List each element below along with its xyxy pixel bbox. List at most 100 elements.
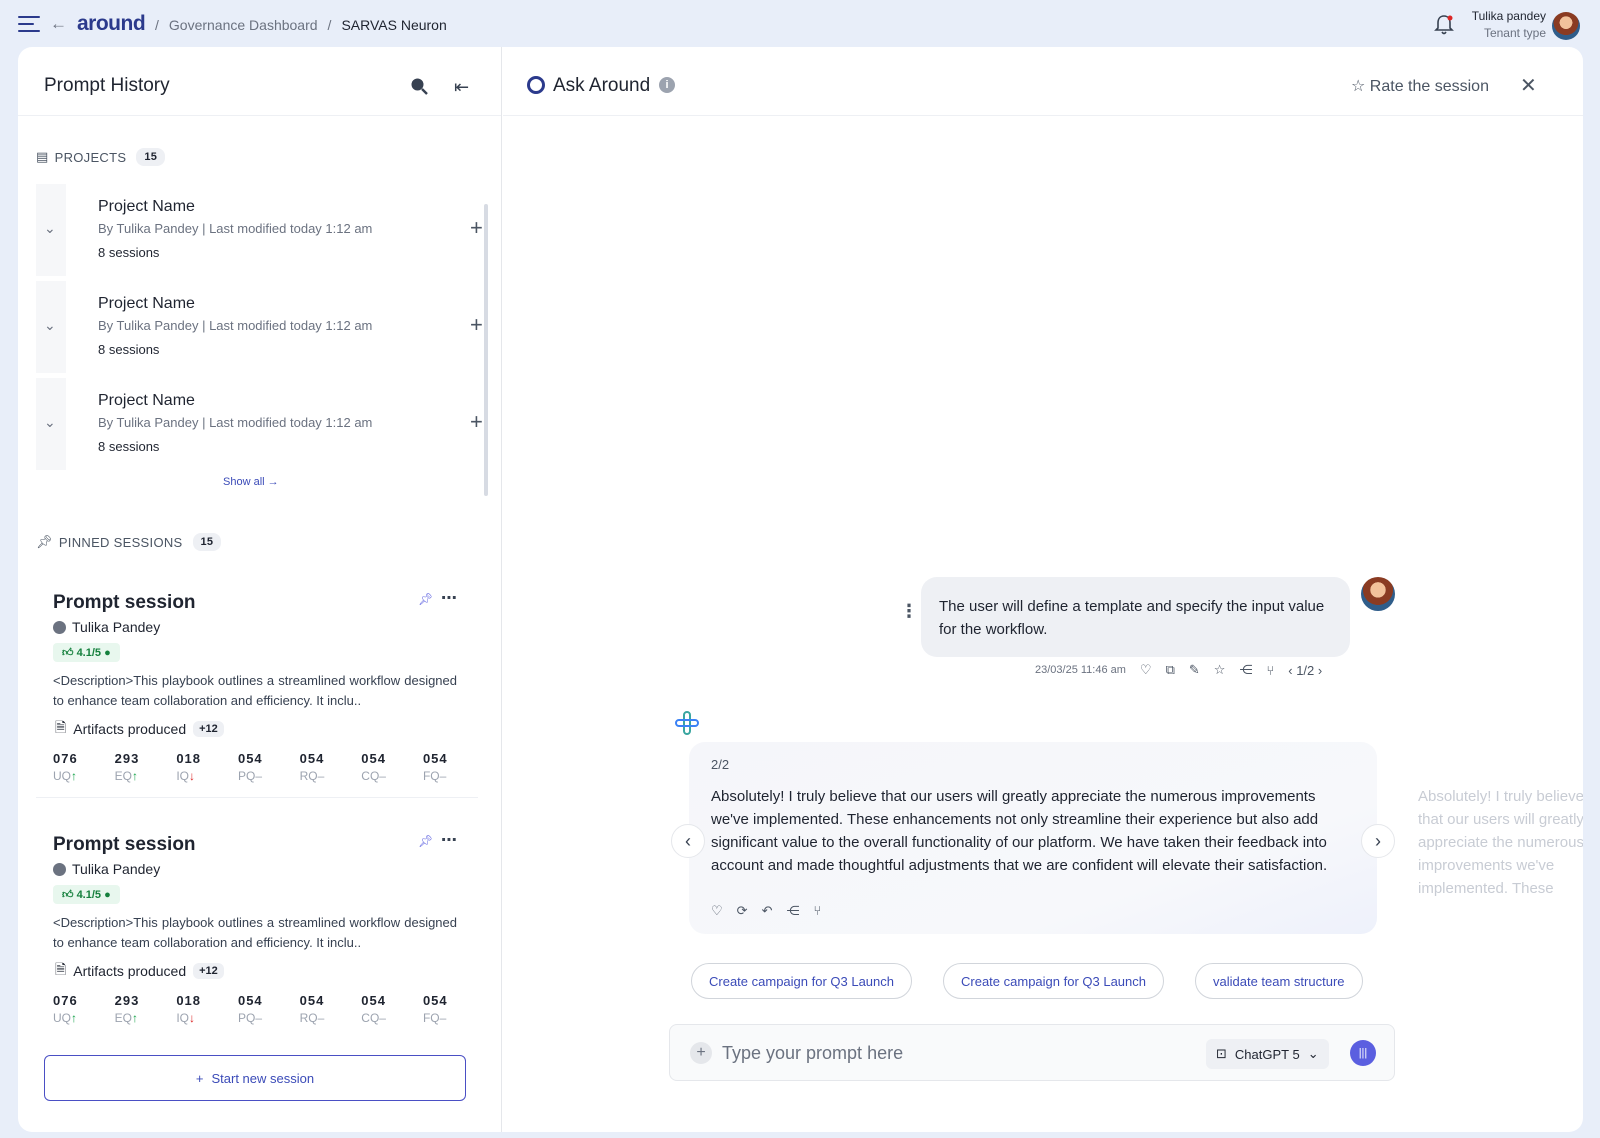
share-icon[interactable]: ⋲ [786,903,799,919]
project-item[interactable]: ⌄ Project Name By Tulika Pandey | Last m… [36,184,483,276]
stat-item: 054 CQ– [361,751,401,783]
stat-value: 054 [361,993,386,1008]
chevron-down-icon[interactable]: ⌄ [44,414,56,431]
more-options-icon[interactable]: ⋯ [441,830,457,850]
more-options-icon[interactable]: ⋯ [441,588,457,608]
chevron-down-icon[interactable]: ⌄ [44,220,56,237]
main-panel: Prompt History ⇤ ▤ PROJECTS 15 ⌄ Project… [18,47,1583,1132]
stat-value: 293 [114,993,140,1008]
suggestion-chip[interactable]: Create campaign for Q3 Launch [691,963,912,999]
stat-value: 054 [237,751,263,766]
share-icon[interactable]: ⋲ [1239,662,1252,678]
breadcrumb-parent[interactable]: Governance Dashboard [169,17,318,33]
document-icon: 🗎 [55,961,67,977]
suggestion-chip[interactable]: validate team structure [1195,963,1363,999]
close-icon[interactable]: ✕ [1520,73,1537,98]
chevron-left-icon[interactable]: ‹ [671,824,705,858]
stat-value: 054 [299,993,325,1008]
copy-icon[interactable]: ⧉ [1166,662,1175,678]
add-icon[interactable]: + [470,409,483,435]
stat-item: 054 RQ– [300,751,340,783]
collapse-sidebar-icon[interactable]: ⇤ [454,77,469,98]
reply-icon[interactable]: ↶ [762,903,773,919]
info-icon[interactable]: i [659,77,675,93]
project-sessions: 8 sessions [98,439,160,454]
star-icon[interactable]: ☆ [1214,662,1226,678]
pin-icon: 📌︎ [36,534,53,549]
stat-label: EQ↑ [114,1011,138,1025]
user-info[interactable]: Tulika pandey Tenant type [1472,9,1546,40]
stat-label: RQ– [299,1011,325,1025]
session-stats: 076 UQ↑ 293 EQ↑ 018 IQ↓ 054 PQ– 054 RQ– 054 CQ– 054 F… [53,751,463,783]
prompt-history-sidebar: Prompt History ⇤ ▤ PROJECTS 15 ⌄ Project… [18,47,502,1132]
add-icon[interactable]: + [470,312,483,338]
stat-value: 054 [361,751,386,766]
prompt-input-bar[interactable]: + Type your prompt here ⊡ ChatGPT 5 ⌄ ||| [669,1024,1395,1081]
pin-icon[interactable]: 📌︎ [418,592,433,606]
artifacts-produced[interactable]: 🗎 Artifacts produced +12 [55,959,224,983]
pinned-count: 15 [192,533,222,551]
tenant-type: Tenant type [1483,26,1546,40]
branch-icon[interactable]: ⑂ [813,903,821,919]
stat-value: 293 [114,751,140,766]
stat-item: 018 IQ↓ [176,751,216,783]
chevron-down-icon[interactable]: ⌄ [44,317,56,334]
start-new-session-button[interactable]: + Start new session [44,1055,466,1101]
model-icon: ⊡ [1216,1046,1227,1061]
menu-icon[interactable] [18,16,40,34]
brand-logo[interactable]: around [77,12,146,36]
regenerate-icon[interactable]: ⟳ [737,903,748,919]
show-all-link[interactable]: Show all → [223,476,279,488]
answer-pager: 2/2 [711,757,730,772]
suggestion-chip[interactable]: Create campaign for Q3 Launch [943,963,1164,999]
session-stats: 076 UQ↑ 293 EQ↑ 018 IQ↓ 054 PQ– 054 RQ– 054 CQ– 054 F… [53,993,463,1025]
project-item[interactable]: ⌄ Project Name By Tulika Pandey | Last m… [36,378,483,470]
heart-icon[interactable]: ♡ [1140,662,1152,678]
chevron-right-icon[interactable]: › [1361,824,1395,858]
heart-icon[interactable]: ♡ [711,903,723,919]
stat-label: UQ↑ [53,1011,77,1025]
pager[interactable]: ‹ 1/2 › [1288,663,1322,678]
artifacts-produced[interactable]: 🗎 Artifacts produced +12 [55,717,224,741]
branch-icon[interactable]: ⑂ [1266,663,1274,678]
session-title: Prompt session [53,834,196,855]
project-sessions: 8 sessions [98,245,160,260]
stat-value: 054 [422,993,448,1008]
breadcrumb: / Governance Dashboard / SARVAS Neuron [155,17,447,33]
rate-session-button[interactable]: ☆ Rate the session [1351,76,1489,96]
session-author: Tulika Pandey [53,861,160,877]
project-meta: By Tulika Pandey | Last modified today 1… [98,221,373,236]
scrollbar[interactable] [484,204,488,496]
sidebar-title: Prompt History [44,75,170,96]
stat-label: RQ– [299,769,325,783]
pin-icon[interactable]: 📌︎ [418,834,433,848]
notification-bell-icon[interactable] [1434,14,1454,36]
model-selector[interactable]: ⊡ ChatGPT 5 ⌄ [1206,1039,1329,1069]
stat-label: UQ↑ [53,769,77,783]
stat-item: 076 UQ↑ [53,751,93,783]
back-arrow-icon[interactable]: ← [50,14,67,34]
user-icon [53,620,66,634]
prompt-input[interactable]: Type your prompt here [722,1043,903,1064]
voice-input-icon[interactable]: ||| [1350,1040,1376,1066]
stat-label: PQ– [237,769,262,783]
message-timestamp: 23/03/25 11:46 am [1035,664,1126,676]
stat-item: 076 UQ↑ [53,993,93,1025]
add-icon[interactable]: + [470,215,483,241]
answer-actions: ♡ ⟳ ↶ ⋲ ⑂ [711,903,821,919]
document-icon: 🗎 [55,719,67,735]
rating-badge: 👍︎ 4.1/5 ● [53,885,120,904]
user-icon [53,862,66,876]
avatar[interactable] [1552,12,1580,40]
search-icon[interactable] [410,77,428,95]
edit-icon[interactable]: ✎ [1189,662,1200,678]
stat-value: 054 [237,993,263,1008]
stat-item: 054 FQ– [423,993,463,1025]
project-item[interactable]: ⌄ Project Name By Tulika Pandey | Last m… [36,281,483,373]
kebab-menu-icon[interactable]: ⋮ [900,601,918,622]
add-attachment-icon[interactable]: + [690,1042,712,1064]
stat-value: 018 [176,993,202,1008]
message-actions: 23/03/25 11:46 am ♡ ⧉ ✎ ☆ ⋲ ⑂ ‹ 1/2 › [1035,662,1322,678]
project-meta: By Tulika Pandey | Last modified today 1… [98,415,373,430]
stat-value: 076 [53,993,78,1008]
